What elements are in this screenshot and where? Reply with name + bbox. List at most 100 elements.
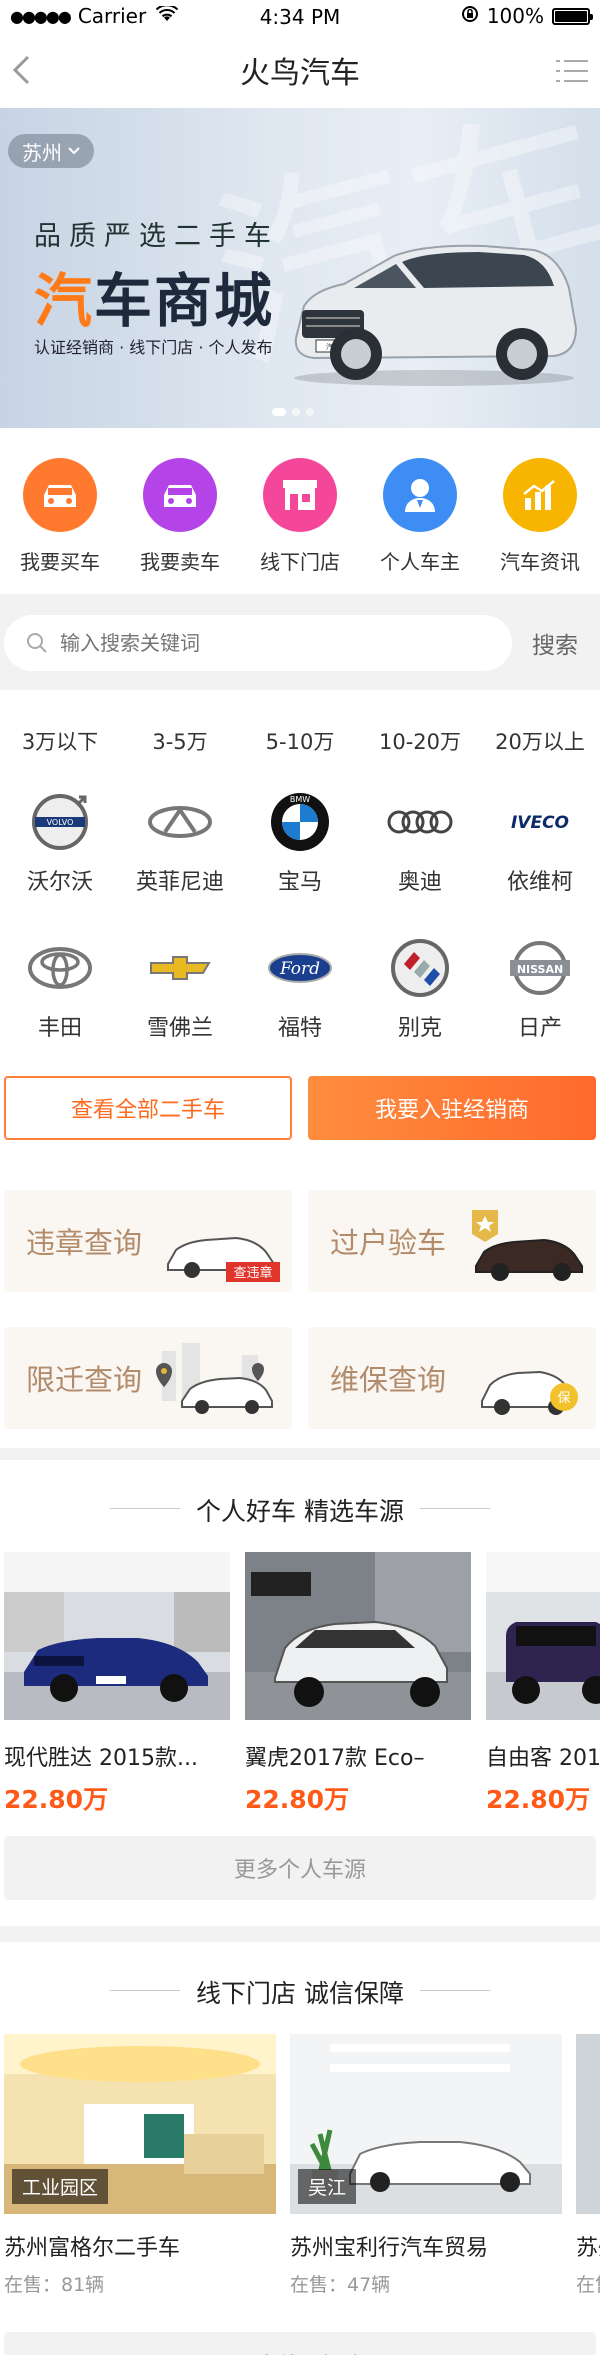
- brand-row: VOLVO 沃尔沃 英菲尼迪 BMW 宝马 奥迪 IVECO 依维柯: [0, 792, 600, 938]
- brand-name: 丰田: [37, 1016, 82, 1041]
- service-title: 过户验车: [330, 1226, 447, 1260]
- store-card[interactable]: 吴江 苏州宝利行汽车贸易 在售：47辆: [290, 2034, 562, 2297]
- price-filter-item[interactable]: 10-20万: [360, 726, 480, 756]
- car-title: 翼虎2017款 Eco–: [245, 1746, 425, 1771]
- clock: 4:34 PM: [259, 5, 341, 29]
- brand-logo-text: VOLVO: [47, 818, 74, 827]
- entry-sell-car[interactable]: 我要卖车: [120, 428, 240, 594]
- maintenance-query-card[interactable]: 维保查询 保: [308, 1327, 596, 1429]
- transfer-inspection-card[interactable]: 过户验车: [308, 1190, 596, 1292]
- iveco-logo: IVECO: [505, 792, 575, 852]
- back-icon[interactable]: [10, 54, 32, 86]
- suv-image: 汽车之家: [294, 244, 578, 386]
- price-filter-item[interactable]: 3-5万: [120, 726, 240, 756]
- brand-name: 依维柯: [506, 870, 573, 895]
- brand-name: 福特: [277, 1016, 322, 1041]
- car-photo: [245, 1552, 471, 1720]
- search-input[interactable]: [60, 631, 460, 655]
- store-name: 苏州富格尔二手车: [4, 2236, 181, 2261]
- entry-icon-circle: [503, 458, 577, 532]
- store-icon: [283, 480, 317, 510]
- promo-banner[interactable]: 汽车 苏州 品质严选二手车 汽车商城 认证经销商 · 线下门店 · 个人发布 汽…: [0, 108, 600, 428]
- price-filter-item[interactable]: 3万以下: [0, 726, 120, 756]
- car-photo: [486, 1552, 600, 1720]
- car-title: 自由客 2017: [486, 1746, 600, 1771]
- carousel-dots: [272, 408, 314, 416]
- brand-name: 沃尔沃: [26, 870, 93, 895]
- car-icon: [44, 485, 76, 507]
- price-filter-item[interactable]: 20万以上: [480, 726, 600, 756]
- car-card[interactable]: 自由客 2017 22.80万: [486, 1552, 600, 1816]
- quick-entry-grid: 我要买车 我要卖车 线下门店 个人车主 汽车资讯: [0, 428, 600, 594]
- banner-headline: 汽车商城: [34, 254, 274, 338]
- menu-icon[interactable]: [556, 58, 588, 84]
- service-title: 限迁查询: [26, 1363, 143, 1397]
- store-location-tag: 工业园区: [12, 2169, 109, 2204]
- search-bar: 搜索: [0, 596, 600, 690]
- carousel-dot: [306, 408, 314, 416]
- carousel-dot: [272, 408, 286, 416]
- car-card[interactable]: 翼虎2017款 Eco– 22.80万: [245, 1552, 471, 1816]
- ford-logo: Ford: [265, 938, 335, 998]
- city-car-icon: [156, 1343, 273, 1414]
- banner-headline-rest: 车商城: [94, 267, 275, 335]
- banner-slogan: 品质严选二手车: [34, 221, 279, 252]
- battery-level: [555, 10, 587, 22]
- brand-logo-text: BMW: [290, 795, 310, 804]
- page-title: 火鸟汽车: [240, 56, 360, 91]
- city-selector[interactable]: 苏州: [8, 134, 94, 168]
- more-personal-cars-button[interactable]: 更多个人车源: [4, 1836, 596, 1900]
- entry-icon-circle: [23, 458, 97, 532]
- action-buttons: 查看全部二手车 我要入驻经销商: [0, 1052, 600, 1164]
- service-title: 维保查询: [330, 1363, 447, 1397]
- banner-headline-accent: 汽: [34, 267, 95, 335]
- chart-icon: [523, 480, 555, 510]
- store-name: 苏州: [576, 2236, 600, 2261]
- chevron-down-icon: [68, 147, 80, 155]
- car-icon: 保: [481, 1370, 578, 1415]
- search-button[interactable]: 搜索: [532, 626, 578, 660]
- infiniti-logo: [145, 792, 215, 852]
- brand-audi[interactable]: 奥迪: [360, 792, 480, 938]
- bmw-logo: BMW: [265, 792, 335, 852]
- brand-iveco[interactable]: IVECO 依维柯: [480, 792, 600, 938]
- brand-bmw[interactable]: BMW 宝马: [240, 792, 360, 938]
- store-card[interactable]: 苏州 在售: [576, 2034, 600, 2297]
- more-stores-button[interactable]: 更多线下门店: [4, 2332, 596, 2355]
- store-inventory-count: 在售：81辆: [4, 2274, 105, 2296]
- store-card[interactable]: 工业园区 苏州富格尔二手车 在售：81辆: [4, 2034, 276, 2297]
- buick-logo: [385, 938, 455, 998]
- personal-cars-section: 个人好车 精选车源 现代胜达 2015款... 22.80万 翼虎2017款 E…: [0, 1460, 600, 1926]
- car-price: 22.80万: [245, 1785, 350, 1814]
- search-box[interactable]: [4, 615, 512, 671]
- entry-label: 线下门店: [260, 550, 340, 574]
- store-name: 苏州宝利行汽车贸易: [290, 2236, 489, 2261]
- violation-query-card[interactable]: 违章查询 查违章: [4, 1190, 292, 1292]
- audi-logo: [385, 792, 455, 852]
- offline-stores-section: 线下门店 诚信保障 工业园区 苏州富格尔二手车 在售：81辆 吴江 苏州宝利行汽…: [0, 1942, 600, 2355]
- brand-name: 奥迪: [397, 870, 442, 895]
- brand-volvo[interactable]: VOLVO 沃尔沃: [0, 792, 120, 938]
- car-photo: [4, 1552, 230, 1720]
- car-price: 22.80万: [486, 1785, 591, 1814]
- migration-query-card[interactable]: 限迁查询: [4, 1327, 292, 1429]
- search-icon: [27, 633, 47, 653]
- nav-bar: 火鸟汽车: [0, 32, 600, 108]
- entry-car-news[interactable]: 汽车资讯: [480, 428, 600, 594]
- entry-offline-store[interactable]: 线下门店: [240, 428, 360, 594]
- price-filter-item[interactable]: 5-10万: [240, 726, 360, 756]
- store-inventory-count: 在售：47辆: [290, 2274, 391, 2296]
- view-all-cars-button[interactable]: 查看全部二手车: [4, 1076, 292, 1140]
- brand-infiniti[interactable]: 英菲尼迪: [120, 792, 240, 938]
- car-card[interactable]: 现代胜达 2015款... 22.80万: [4, 1552, 230, 1816]
- entry-private-owner[interactable]: 个人车主: [360, 428, 480, 594]
- store-photo: 工业园区: [4, 2034, 276, 2214]
- car-title: 现代胜达 2015款...: [4, 1746, 198, 1771]
- store-location-tag: 吴江: [298, 2169, 357, 2204]
- join-dealer-button[interactable]: 我要入驻经销商: [308, 1076, 596, 1140]
- nissan-logo: NISSAN: [505, 938, 575, 998]
- entry-buy-car[interactable]: 我要买车: [0, 428, 120, 594]
- price-filter-row: 3万以下 3-5万 5-10万 10-20万 20万以上: [0, 690, 600, 792]
- brand-name: 别克: [397, 1016, 442, 1041]
- brand-logo-text: IVECO: [511, 813, 569, 833]
